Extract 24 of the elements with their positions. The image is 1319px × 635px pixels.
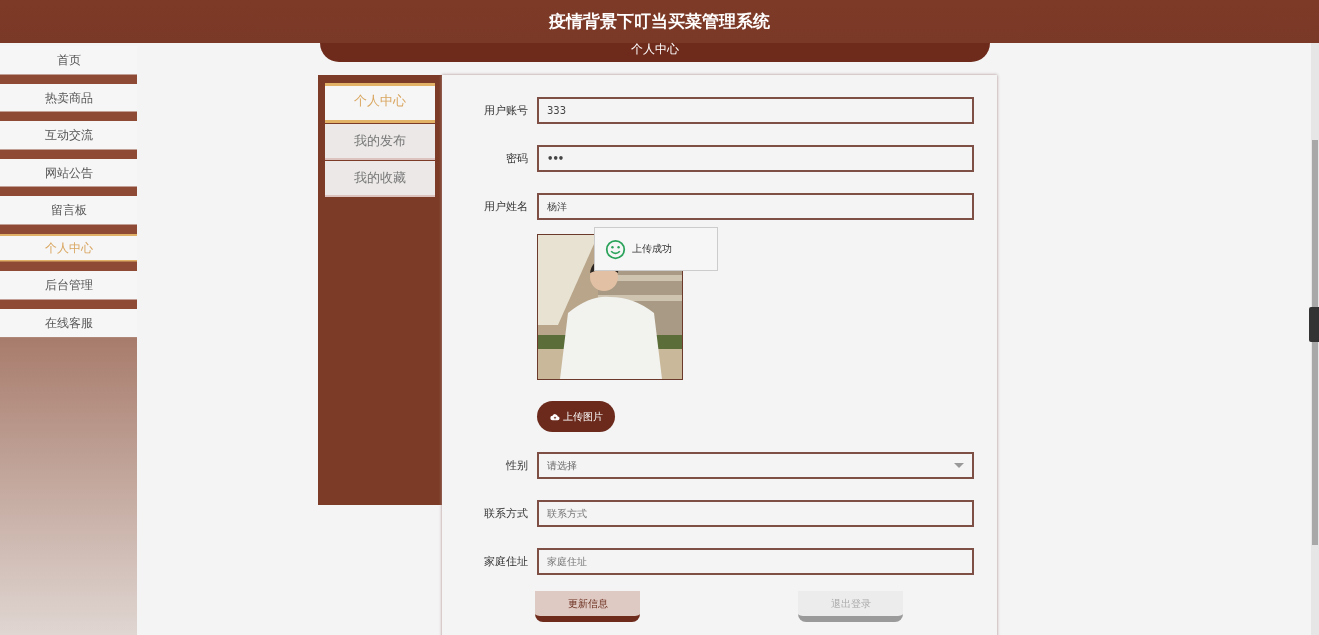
field-label: 密码	[505, 151, 529, 166]
field-label: 用户姓名	[483, 199, 529, 214]
input-field[interactable]: 杨洋	[537, 193, 974, 220]
field-label: 联系方式	[483, 506, 529, 521]
side-handle[interactable]	[1309, 307, 1319, 342]
caret-icon	[954, 463, 964, 468]
upload-icon	[549, 412, 560, 421]
input-field[interactable]: 家庭住址	[537, 548, 974, 575]
field-label: 家庭住址	[483, 554, 529, 569]
smiley-icon	[605, 238, 626, 260]
input-field[interactable]: •••	[537, 145, 974, 172]
scrollbar[interactable]	[1311, 43, 1319, 635]
tab[interactable]: 我的收藏	[325, 161, 435, 197]
site-title: 疫情背景下叮当买菜管理系统	[548, 10, 771, 33]
field-label: 用户账号	[483, 103, 529, 118]
tab[interactable]: 我的发布	[325, 124, 435, 160]
toast-text: 上传成功	[632, 242, 672, 256]
input-field[interactable]: 联系方式	[537, 500, 974, 527]
input-field[interactable]: 333	[537, 97, 974, 124]
upload-button[interactable]: 上传图片	[537, 401, 615, 432]
scroll-thumb[interactable]	[1312, 140, 1318, 545]
field-label: 性别	[505, 458, 529, 473]
update-button[interactable]: 更新信息	[535, 591, 640, 622]
select-field[interactable]: 请选择	[537, 452, 974, 479]
